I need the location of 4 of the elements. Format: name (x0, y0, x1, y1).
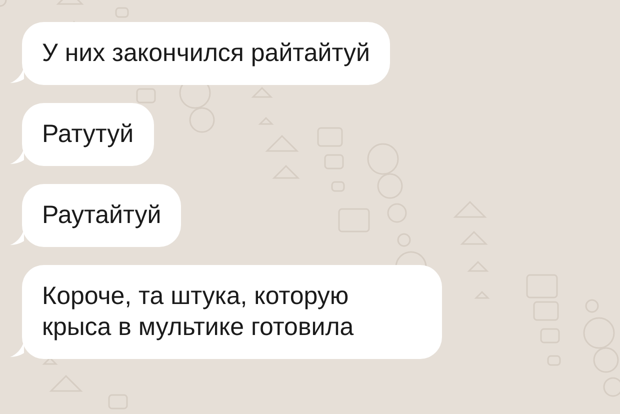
message-text: Ратутуй (42, 120, 134, 148)
message-text: Раутайтуй (42, 201, 162, 229)
message-text: У них закончился райтайтуй (42, 39, 370, 67)
message-text: Короче, та штука, которую крыса в мультике готовила (42, 282, 354, 341)
